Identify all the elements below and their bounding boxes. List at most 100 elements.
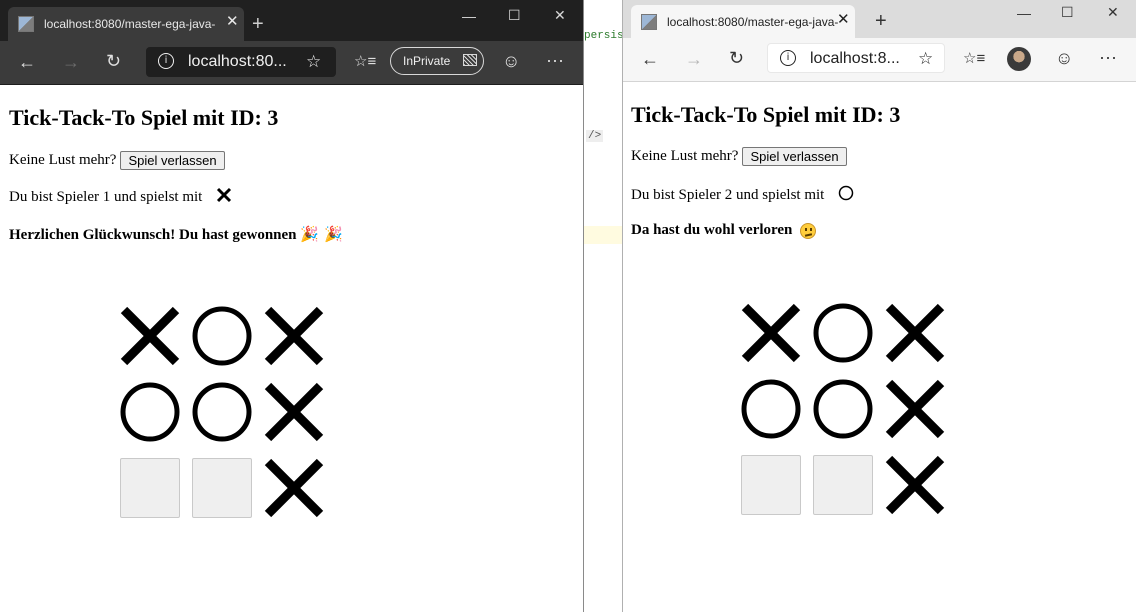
page-title: Tick-Tack-To Spiel mit ID: 3 [9, 105, 279, 130]
cell-empty[interactable] [192, 458, 252, 518]
tab-title: localhost:8080/master-ega-java- [667, 15, 839, 29]
favicon-icon [18, 16, 34, 32]
add-favorite-icon[interactable]: ☆ [918, 49, 933, 69]
x-mark-icon [120, 306, 180, 366]
cell-o [813, 379, 873, 439]
cell-empty[interactable] [813, 455, 873, 515]
leave-text: Keine Lust mehr? [631, 147, 739, 164]
address-bar[interactable]: i localhost:80... ☆ [146, 47, 336, 77]
cell-empty[interactable] [120, 458, 180, 518]
maximize-button[interactable]: ☐ [508, 7, 521, 23]
minimize-button[interactable]: — [1017, 5, 1031, 21]
player-info: Du bist Spieler 2 und spielst mit [631, 185, 854, 206]
cell-o [741, 379, 801, 439]
result-message: Da hast du wohl verloren [631, 222, 817, 239]
cell-x [885, 379, 945, 439]
refresh-icon[interactable]: ↻ [729, 48, 744, 68]
x-mark-icon [885, 455, 945, 515]
leave-game-button[interactable]: Spiel verlassen [742, 147, 847, 166]
x-mark-icon [264, 458, 324, 518]
cell-o [813, 303, 873, 363]
tab-title: localhost:8080/master-ega-java- [44, 17, 216, 31]
result-text: Herzlichen Glückwunsch! Du hast gewonnen [9, 227, 297, 243]
more-options-icon[interactable]: ··· [1099, 47, 1117, 67]
cell-o [192, 382, 252, 442]
favorites-icon[interactable]: ☆≡ [963, 49, 985, 69]
cell-empty[interactable] [741, 455, 801, 515]
close-window-button[interactable]: ✕ [554, 7, 566, 23]
o-mark-icon [741, 379, 801, 439]
cell-x [885, 303, 945, 363]
close-tab-icon[interactable]: ✕ [837, 11, 850, 29]
cell-o [192, 306, 252, 366]
forward-icon[interactable]: → [62, 52, 80, 72]
leave-row: Keine Lust mehr? Spiel verlassen [9, 151, 225, 170]
back-icon[interactable]: ← [641, 49, 659, 69]
cell-o [120, 382, 180, 442]
leave-row: Keine Lust mehr? Spiel verlassen [631, 147, 847, 166]
cell-x [120, 306, 180, 366]
x-mark-icon [264, 306, 324, 366]
close-window-button[interactable]: ✕ [1107, 4, 1119, 20]
player-text: Du bist Spieler 1 und spielst mit [9, 188, 203, 205]
back-icon[interactable]: ← [18, 52, 36, 72]
o-mark-icon [813, 303, 873, 363]
x-mark-icon [885, 303, 945, 363]
o-mark-icon [120, 382, 180, 442]
cell-x [885, 455, 945, 515]
page-title: Tick-Tack-To Spiel mit ID: 3 [631, 102, 901, 127]
refresh-icon[interactable]: ↻ [106, 51, 121, 71]
browser-window-player-2: localhost:8080/master-ega-java- ✕ + — ☐ … [622, 0, 1136, 612]
party-popper-icon: 🎉 🎉 [300, 225, 343, 243]
address-bar[interactable]: i localhost:8... ☆ [767, 43, 945, 73]
title-bar: localhost:8080/master-ega-java- ✕ + — ☐ … [0, 0, 583, 41]
inprivate-label: InPrivate [403, 54, 451, 68]
profile-avatar[interactable] [1007, 47, 1031, 71]
close-tab-icon[interactable]: ✕ [226, 13, 239, 31]
editor-highlight-line [584, 226, 622, 244]
leave-text: Keine Lust mehr? [9, 151, 117, 168]
inprivate-icon [463, 54, 477, 66]
more-options-icon[interactable]: ··· [546, 50, 564, 70]
x-mark-icon [264, 382, 324, 442]
title-bar: localhost:8080/master-ega-java- ✕ + — ☐ … [623, 0, 1136, 38]
feedback-smiley-icon[interactable]: ☺ [1055, 48, 1073, 68]
o-mark-icon [192, 382, 252, 442]
add-favorite-icon[interactable]: ☆ [306, 52, 321, 72]
page-content: Tick-Tack-To Spiel mit ID: 3 Keine Lust … [623, 82, 1136, 612]
favicon-icon [641, 14, 657, 30]
maximize-button[interactable]: ☐ [1061, 4, 1074, 20]
favorites-icon[interactable]: ☆≡ [354, 52, 376, 72]
cell-x [741, 303, 801, 363]
browser-tab[interactable]: localhost:8080/master-ega-java- ✕ [8, 7, 244, 41]
forward-icon[interactable]: → [685, 49, 703, 69]
player-symbol-x-icon [216, 187, 232, 208]
new-tab-button[interactable]: + [875, 11, 887, 31]
x-mark-icon [741, 303, 801, 363]
browser-toolbar: ← → ↻ i localhost:8... ☆ ☆≡ ☺ ··· [623, 38, 1136, 82]
browser-window-player-1: localhost:8080/master-ega-java- ✕ + — ☐ … [0, 0, 584, 612]
minimize-button[interactable]: — [462, 8, 476, 24]
info-icon[interactable]: i [780, 50, 796, 66]
player-info: Du bist Spieler 1 und spielst mit [9, 187, 232, 208]
url-text: localhost:8... [810, 50, 900, 67]
info-icon[interactable]: i [158, 53, 174, 69]
cell-x [264, 306, 324, 366]
feedback-smiley-icon[interactable]: ☺ [502, 51, 520, 71]
code-fragment: persis [584, 30, 622, 42]
leave-game-button[interactable]: Spiel verlassen [120, 151, 225, 170]
x-mark-icon [885, 379, 945, 439]
page-content: Tick-Tack-To Spiel mit ID: 3 Keine Lust … [0, 85, 583, 612]
new-tab-button[interactable]: + [252, 14, 264, 34]
browser-tab[interactable]: localhost:8080/master-ega-java- ✕ [631, 5, 855, 38]
cell-x [264, 458, 324, 518]
url-text: localhost:80... [188, 53, 287, 70]
confused-face-icon [800, 222, 817, 239]
background-editor-strip: persis /> [584, 0, 622, 612]
result-text: Da hast du wohl verloren [631, 222, 793, 238]
game-board [120, 306, 324, 518]
player-symbol-o-icon [838, 185, 854, 206]
inprivate-badge[interactable]: InPrivate [390, 47, 484, 75]
browser-toolbar: ← → ↻ i localhost:80... ☆ ☆≡ InPrivate ☺… [0, 41, 583, 85]
result-message: Herzlichen Glückwunsch! Du hast gewonnen… [9, 225, 343, 244]
